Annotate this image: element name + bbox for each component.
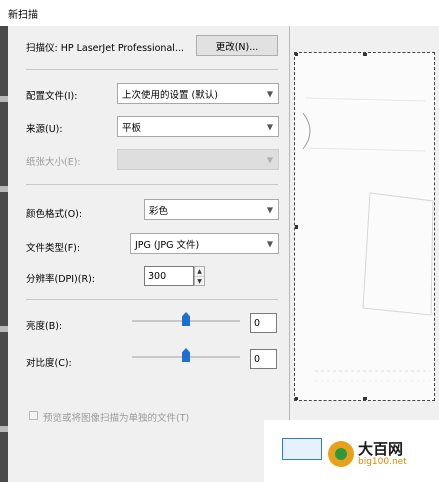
crop-handle[interactable] — [295, 397, 298, 400]
preview-separate-label: 预览或将图像扫描为单独的文件(T) — [43, 413, 190, 424]
preview-button[interactable] — [282, 438, 322, 460]
resolution-spinner[interactable]: ▲ ▼ — [194, 266, 205, 286]
brightness-label: 亮度(B): — [26, 321, 63, 332]
file-type-value: JPG (JPG 文件) — [135, 239, 200, 251]
source-dropdown[interactable]: 平板 ▼ — [117, 116, 279, 137]
crop-handle[interactable] — [295, 53, 298, 56]
contrast-label: 对比度(C): — [26, 358, 72, 369]
resolution-input[interactable]: 300 — [144, 266, 194, 286]
preview-content — [302, 97, 434, 382]
spin-up-icon[interactable]: ▲ — [195, 267, 204, 277]
chevron-down-icon: ▼ — [266, 205, 273, 214]
background-mark — [0, 426, 8, 432]
crop-handle[interactable] — [363, 397, 367, 400]
background-mark — [0, 96, 8, 102]
file-type-label: 文件类型(F): — [26, 243, 81, 254]
chevron-down-icon: ▼ — [266, 122, 273, 131]
watermark-url: big100.net — [358, 457, 407, 467]
color-format-dropdown[interactable]: 彩色 ▼ — [144, 199, 279, 220]
change-scanner-button[interactable]: 更改(N)... — [196, 35, 278, 56]
color-format-label: 颜色格式(O): — [26, 209, 83, 220]
preview-separate-checkbox[interactable] — [29, 411, 38, 420]
contrast-input[interactable]: 0 — [250, 349, 277, 369]
resolution-label: 分辨率(DPI)(R): — [26, 274, 95, 285]
brightness-input[interactable]: 0 — [250, 313, 277, 333]
paper-size-label: 纸张大小(E): — [26, 157, 81, 168]
source-label: 来源(U): — [26, 124, 63, 135]
chevron-down-icon: ▼ — [266, 155, 273, 164]
spin-down-icon[interactable]: ▼ — [195, 277, 204, 286]
logo-icon — [328, 441, 354, 467]
crop-handle[interactable] — [295, 225, 298, 229]
scanner-label: 扫描仪: HP LaserJet Professional... — [26, 43, 184, 54]
source-value: 平板 — [122, 122, 142, 134]
watermark: 大百网 big100.net — [328, 437, 439, 471]
chevron-down-icon: ▼ — [266, 239, 273, 248]
paper-size-dropdown: ▼ — [117, 149, 279, 170]
separator — [26, 69, 278, 70]
separator — [26, 299, 278, 300]
chevron-down-icon: ▼ — [266, 89, 273, 98]
panel-divider — [289, 26, 290, 466]
color-format-value: 彩色 — [149, 205, 169, 217]
watermark-name: 大百网 — [358, 440, 404, 458]
brightness-slider-thumb[interactable] — [182, 312, 190, 326]
scan-preview[interactable] — [294, 52, 435, 401]
background-mark — [0, 186, 8, 192]
profile-dropdown[interactable]: 上次使用的设置 (默认) ▼ — [117, 83, 279, 104]
profile-label: 配置文件(I): — [26, 91, 78, 102]
contrast-slider-thumb[interactable] — [182, 348, 190, 362]
background-mark — [0, 326, 8, 332]
background-window-edge — [0, 26, 8, 482]
title-bar: 新扫描 — [0, 0, 439, 26]
window-title: 新扫描 — [8, 10, 38, 21]
separator — [26, 184, 278, 185]
crop-handle[interactable] — [363, 53, 367, 56]
file-type-dropdown[interactable]: JPG (JPG 文件) ▼ — [130, 233, 279, 254]
profile-value: 上次使用的设置 (默认) — [122, 89, 218, 101]
